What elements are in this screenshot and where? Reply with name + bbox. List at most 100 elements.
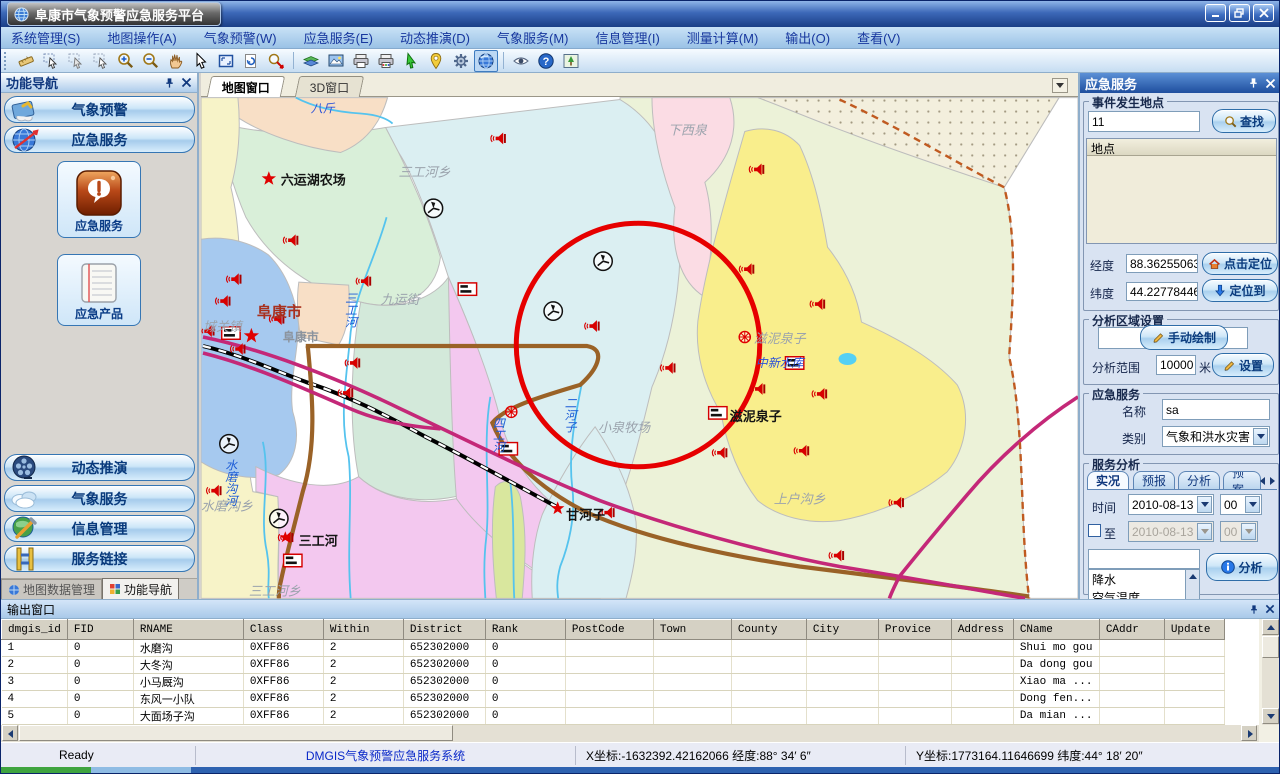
scene-icon[interactable] [559, 50, 583, 72]
emergency-service-button[interactable]: 应急服务 [57, 161, 141, 238]
element-combo[interactable] [1088, 549, 1200, 569]
column-header[interactable]: County [731, 620, 806, 640]
settings-gear-icon[interactable] [449, 50, 473, 72]
latitude-input[interactable]: 44.22778446 [1126, 282, 1198, 301]
column-header[interactable]: Update [1164, 620, 1224, 640]
full-extent-icon[interactable] [214, 50, 238, 72]
list-item[interactable]: 空气温度 [1089, 589, 1199, 599]
pin-icon[interactable] [164, 77, 175, 89]
date-select[interactable]: 2010-08-13 [1128, 494, 1214, 515]
hour-select[interactable]: 00 [1220, 494, 1262, 515]
menu-weather-service[interactable]: 气象服务(M) [497, 28, 569, 47]
location-list[interactable]: 地点 [1086, 138, 1277, 244]
table-row[interactable]: 50大面场子沟0XFF8626523020000Da mian ... [2, 708, 1225, 725]
column-header[interactable]: CAddr [1099, 620, 1164, 640]
column-header[interactable]: PostCode [565, 620, 653, 640]
zoom-out-icon[interactable] [139, 50, 163, 72]
menu-output[interactable]: 输出(O) [785, 28, 830, 47]
column-header[interactable]: FID [67, 620, 133, 640]
tab-analysis[interactable]: 分析 [1178, 471, 1220, 489]
dropdown-button[interactable] [1241, 523, 1256, 540]
menu-measure[interactable]: 测量计算(M) [687, 28, 759, 47]
table-row[interactable]: 10水磨沟0XFF8626523020000Shui mo gou [2, 640, 1225, 657]
tab-function-nav[interactable]: 功能导航 [102, 578, 179, 599]
column-header[interactable]: Class [243, 620, 323, 640]
restore-button[interactable] [1229, 4, 1250, 22]
placemark-icon[interactable] [424, 50, 448, 72]
green-pointer-icon[interactable] [399, 50, 423, 72]
table-row[interactable]: 40东风一小队0XFF8626523020000Dong fen... [2, 691, 1225, 708]
select-features-icon[interactable] [64, 50, 88, 72]
tab-scroll-right-icon[interactable] [1270, 477, 1275, 485]
scroll-up-icon[interactable] [1189, 574, 1197, 579]
close-icon[interactable] [1265, 78, 1276, 89]
pin-icon[interactable] [1248, 77, 1259, 89]
menu-emergency[interactable]: 应急服务(E) [304, 28, 373, 47]
dropdown-button[interactable] [1197, 523, 1212, 540]
identify-icon[interactable] [264, 50, 288, 72]
longitude-input[interactable]: 88.36255063 [1126, 254, 1198, 273]
pointer-icon[interactable] [189, 50, 213, 72]
minimize-button[interactable] [1205, 4, 1226, 22]
tab-3d-window[interactable]: 3D窗口 [295, 76, 365, 97]
select-icon[interactable] [39, 50, 63, 72]
tab-map-data-management[interactable]: 地图数据管理 [1, 579, 102, 599]
date2-select[interactable]: 2010-08-13 [1128, 521, 1214, 542]
dropdown-button[interactable] [1245, 496, 1260, 513]
analyze-button[interactable]: 分析 [1206, 553, 1278, 581]
set-button[interactable]: 设置 [1212, 353, 1274, 377]
location-search-input[interactable]: 11 [1088, 111, 1200, 132]
column-header[interactable]: District [403, 620, 485, 640]
range-input[interactable]: 10000 [1156, 355, 1196, 375]
section-service-links[interactable]: 服务链接 [4, 545, 195, 572]
to-checkbox[interactable] [1088, 524, 1101, 537]
globe-tool-icon[interactable] [474, 50, 498, 72]
menu-dynamic[interactable]: 动态推演(D) [400, 28, 470, 47]
column-header[interactable]: RNAME [133, 620, 243, 640]
pin-icon[interactable] [1249, 604, 1259, 615]
table-row[interactable]: 20大冬沟0XFF8626523020000Da dong gou [2, 657, 1225, 674]
column-header[interactable]: Rank [485, 620, 565, 640]
section-dynamic-deduction[interactable]: 动态推演 [4, 454, 195, 481]
measure-icon[interactable] [14, 50, 38, 72]
layers-icon[interactable] [299, 50, 323, 72]
output-vscrollbar[interactable] [1262, 619, 1279, 725]
list-item[interactable]: 降水 [1089, 570, 1199, 589]
emergency-product-button[interactable]: 应急产品 [57, 254, 141, 326]
table-row[interactable]: 30小马厩沟0XFF8626523020000Xiao ma ... [2, 674, 1225, 691]
column-header[interactable]: Provice [878, 620, 951, 640]
tab-map-window[interactable]: 地图窗口 [207, 76, 285, 97]
dropdown-button[interactable] [1197, 496, 1212, 513]
click-locate-button[interactable]: 点击定位 [1202, 252, 1278, 275]
column-header[interactable]: Address [951, 620, 1013, 640]
type-select[interactable]: 气象和洪水灾害 [1162, 426, 1270, 447]
map-tab-dropdown[interactable] [1052, 78, 1068, 93]
manual-draw-button[interactable]: 手动绘制 [1140, 325, 1228, 350]
map-canvas[interactable]: 六运湖农场 三工河乡 下西泉 阜康市 城关镇 阜康市 九运街 滋泥泉子 中新水库… [201, 97, 1078, 599]
section-info-management[interactable]: 信息管理 [4, 515, 195, 542]
menu-system[interactable]: 系统管理(S) [11, 28, 80, 47]
menu-map-ops[interactable]: 地图操作(A) [107, 28, 176, 47]
print-color-icon[interactable] [374, 50, 398, 72]
list-scrollbar[interactable] [1185, 570, 1199, 599]
section-weather-service[interactable]: 气象服务 [4, 485, 195, 512]
dropdown-button[interactable] [1253, 428, 1268, 445]
zoom-in-icon[interactable] [114, 50, 138, 72]
close-icon[interactable] [1265, 604, 1275, 614]
section-emergency-service[interactable]: 应急服务 [4, 126, 195, 153]
tab-plan[interactable]: 预案 [1223, 471, 1261, 489]
element-listbox[interactable]: 降水 空气温度 [1088, 569, 1200, 599]
hour2-select[interactable]: 00 [1220, 521, 1258, 542]
menu-view[interactable]: 查看(V) [857, 28, 900, 47]
print-icon[interactable] [349, 50, 373, 72]
column-header[interactable]: Within [323, 620, 403, 640]
name-input[interactable]: sa [1162, 399, 1270, 420]
find-button[interactable]: 查找 [1212, 109, 1276, 133]
output-hscrollbar[interactable] [1, 725, 1259, 742]
column-header[interactable]: dmgis_id [2, 620, 68, 640]
tab-live[interactable]: 实况 [1087, 471, 1129, 489]
tab-forecast[interactable]: 预报 [1133, 471, 1175, 489]
refresh-icon[interactable] [239, 50, 263, 72]
pan-icon[interactable] [164, 50, 188, 72]
close-button[interactable] [1253, 4, 1274, 22]
